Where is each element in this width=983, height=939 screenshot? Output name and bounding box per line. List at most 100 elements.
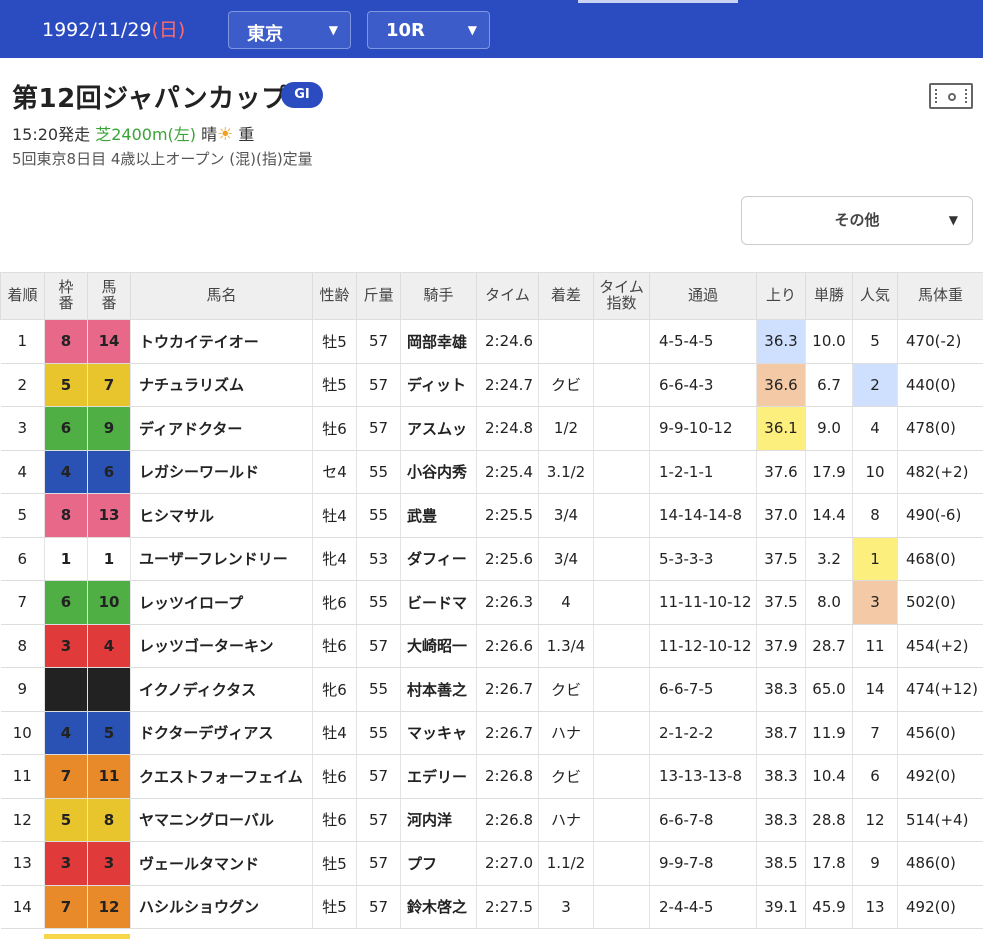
header-label: 騎手 [423,286,454,305]
popularity: 8 [852,493,898,538]
jockey-link[interactable]: アスムッ [400,406,477,451]
video-icon[interactable] [929,83,973,109]
sex-age: 牡5 [312,363,357,407]
passing-order: 9-9-7-8 [649,841,757,886]
horse-name-link[interactable]: イクノディクタス [130,667,313,712]
column-header-margin[interactable]: 着差 [538,272,594,320]
horse-name-link[interactable]: ユーザーフレンドリー [130,537,313,581]
jockey-link[interactable]: ビードマ [400,580,477,625]
other-filter-dropdown[interactable]: その他 ▼ [741,196,973,245]
horse-name-link[interactable]: レガシーワールド [130,450,313,494]
column-header-time-index[interactable]: タイム 指数 [593,272,650,320]
popularity: 14 [852,667,898,712]
horse-name-link[interactable]: ヤマニングローバル [130,798,313,842]
horse-number: 8 [87,798,131,842]
column-header-last3f[interactable]: 上り [756,272,806,320]
horse-name-link[interactable]: レッツゴーターキン [130,624,313,668]
passing-order: 13-13-13-8 [649,754,757,799]
jockey-link[interactable]: エデリー [400,754,477,799]
horse-number: 12 [87,885,131,929]
horse-name-link[interactable]: ナチュラリズム [130,363,313,407]
horse-name-link[interactable]: ディアドクター [130,406,313,451]
column-header-horse[interactable]: 馬名 [130,272,313,320]
passing-order: 2-1-2-2 [649,711,757,755]
sun-icon: ☀ [217,124,234,145]
horse-name-link[interactable]: トウカイテイオー [130,319,313,364]
rank: 3 [0,406,45,451]
jockey-link[interactable]: プフ [400,841,477,886]
time-index [593,537,650,581]
column-header-jockey[interactable]: 騎手 [400,272,477,320]
last-3f: 38.7 [756,711,806,755]
column-header-waku[interactable]: 枠番 [44,272,88,320]
jockey-link[interactable]: 岡部幸雄 [400,319,477,364]
other-filter-label: その他 [834,211,880,229]
last-3f: 37.5 [756,580,806,625]
time-index [593,450,650,494]
horse-weight: 474(+12) [897,667,983,712]
horse-weight: 492(0) [897,754,983,799]
column-header-time[interactable]: タイム [476,272,539,320]
venue-select[interactable]: 東京 ▼ [228,11,351,49]
win-odds: 10.0 [805,319,853,364]
header-label: 人気 [859,286,890,305]
jockey-link[interactable]: 小谷内秀 [400,450,477,494]
passing-order: 2-4-4-5 [649,885,757,929]
jockey-link[interactable]: マッキャ [400,711,477,755]
rank: 11 [0,754,45,799]
column-header-passing[interactable]: 通過 [649,272,757,320]
column-header-odds[interactable]: 単勝 [805,272,853,320]
horse-name-link[interactable]: ドクターデヴィアス [130,711,313,755]
horse-name-link[interactable]: ハシルショウグン [130,885,313,929]
popularity: 11 [852,624,898,668]
jockey-link[interactable]: 村本善之 [400,667,477,712]
jockey-link[interactable]: 大崎昭一 [400,624,477,668]
jockey-link[interactable]: 武豊 [400,493,477,538]
race-date[interactable]: 1992/11/29(日) [42,15,185,42]
jockey-link[interactable]: ダフィー [400,537,477,581]
waku-number: 7 [44,885,88,929]
popularity: 4 [852,406,898,451]
column-header-sex-age[interactable]: 性齢 [312,272,357,320]
horse-name-link[interactable]: ヒシマサル [130,493,313,538]
waku-number: 4 [44,711,88,755]
horse-number: 7 [87,363,131,407]
horse-name-link[interactable]: ヴェールタマンド [130,841,313,886]
win-odds: 28.7 [805,624,853,668]
race-number-select[interactable]: 10R ▼ [367,11,490,49]
table-row: 3 6 9 ディアドクター 牡6 57 アスムッ 2:24.8 1/2 9-9-10-12 36.1… [0,406,983,451]
table-header-row: 着順枠番馬番 馬名 性齢 斤量 騎手 タイム 着差 タイム 指数 通過 上り 単勝 人気 馬体重 [0,272,983,320]
time-index [593,841,650,886]
sex-age: セ4 [312,450,357,494]
course-info: 芝2400m(左) [95,125,197,144]
sex-age: 牝6 [312,580,357,625]
sex-age: 牝4 [312,537,357,581]
jockey-link[interactable]: 鈴木啓之 [400,885,477,929]
column-header-weight[interactable]: 馬体重 [897,272,983,320]
jockey-link[interactable]: ディット [400,363,477,407]
column-header-uma[interactable]: 馬番 [87,272,131,320]
horse-name-link[interactable]: レッツイロープ [130,580,313,625]
finish-time: 2:25.6 [476,537,539,581]
jockey-link[interactable]: 河内洋 [400,798,477,842]
grade-badge: GI [281,82,323,108]
table-body: 1 8 14 トウカイテイオー 牡5 57 岡部幸雄 2:24.6 4-5-4-5 36.3 10.… [0,319,983,929]
horse-weight: 482(+2) [897,450,983,494]
last-3f: 37.0 [756,493,806,538]
column-header-popularity[interactable]: 人気 [852,272,898,320]
finish-time: 2:26.7 [476,667,539,712]
passing-order: 6-6-7-8 [649,798,757,842]
results-table: 着順枠番馬番馬名 性齢 斤量 騎手 タイム 着差 タイム 指数 通過 上り 単勝 人気 馬体重 1 8 14… [0,272,983,929]
popularity: 12 [852,798,898,842]
horse-name-link[interactable]: クエストフォーフェイム [130,754,313,799]
passing-order: 14-14-14-8 [649,493,757,538]
column-header-kinryo[interactable]: 斤量 [356,272,401,320]
waku-number: 2 [44,667,88,712]
popularity: 6 [852,754,898,799]
finish-time: 2:25.5 [476,493,539,538]
win-odds: 14.4 [805,493,853,538]
column-header-rank[interactable]: 着順 [0,272,45,320]
finish-time: 2:24.6 [476,319,539,364]
carried-weight: 53 [356,537,401,581]
rank: 6 [0,537,45,581]
